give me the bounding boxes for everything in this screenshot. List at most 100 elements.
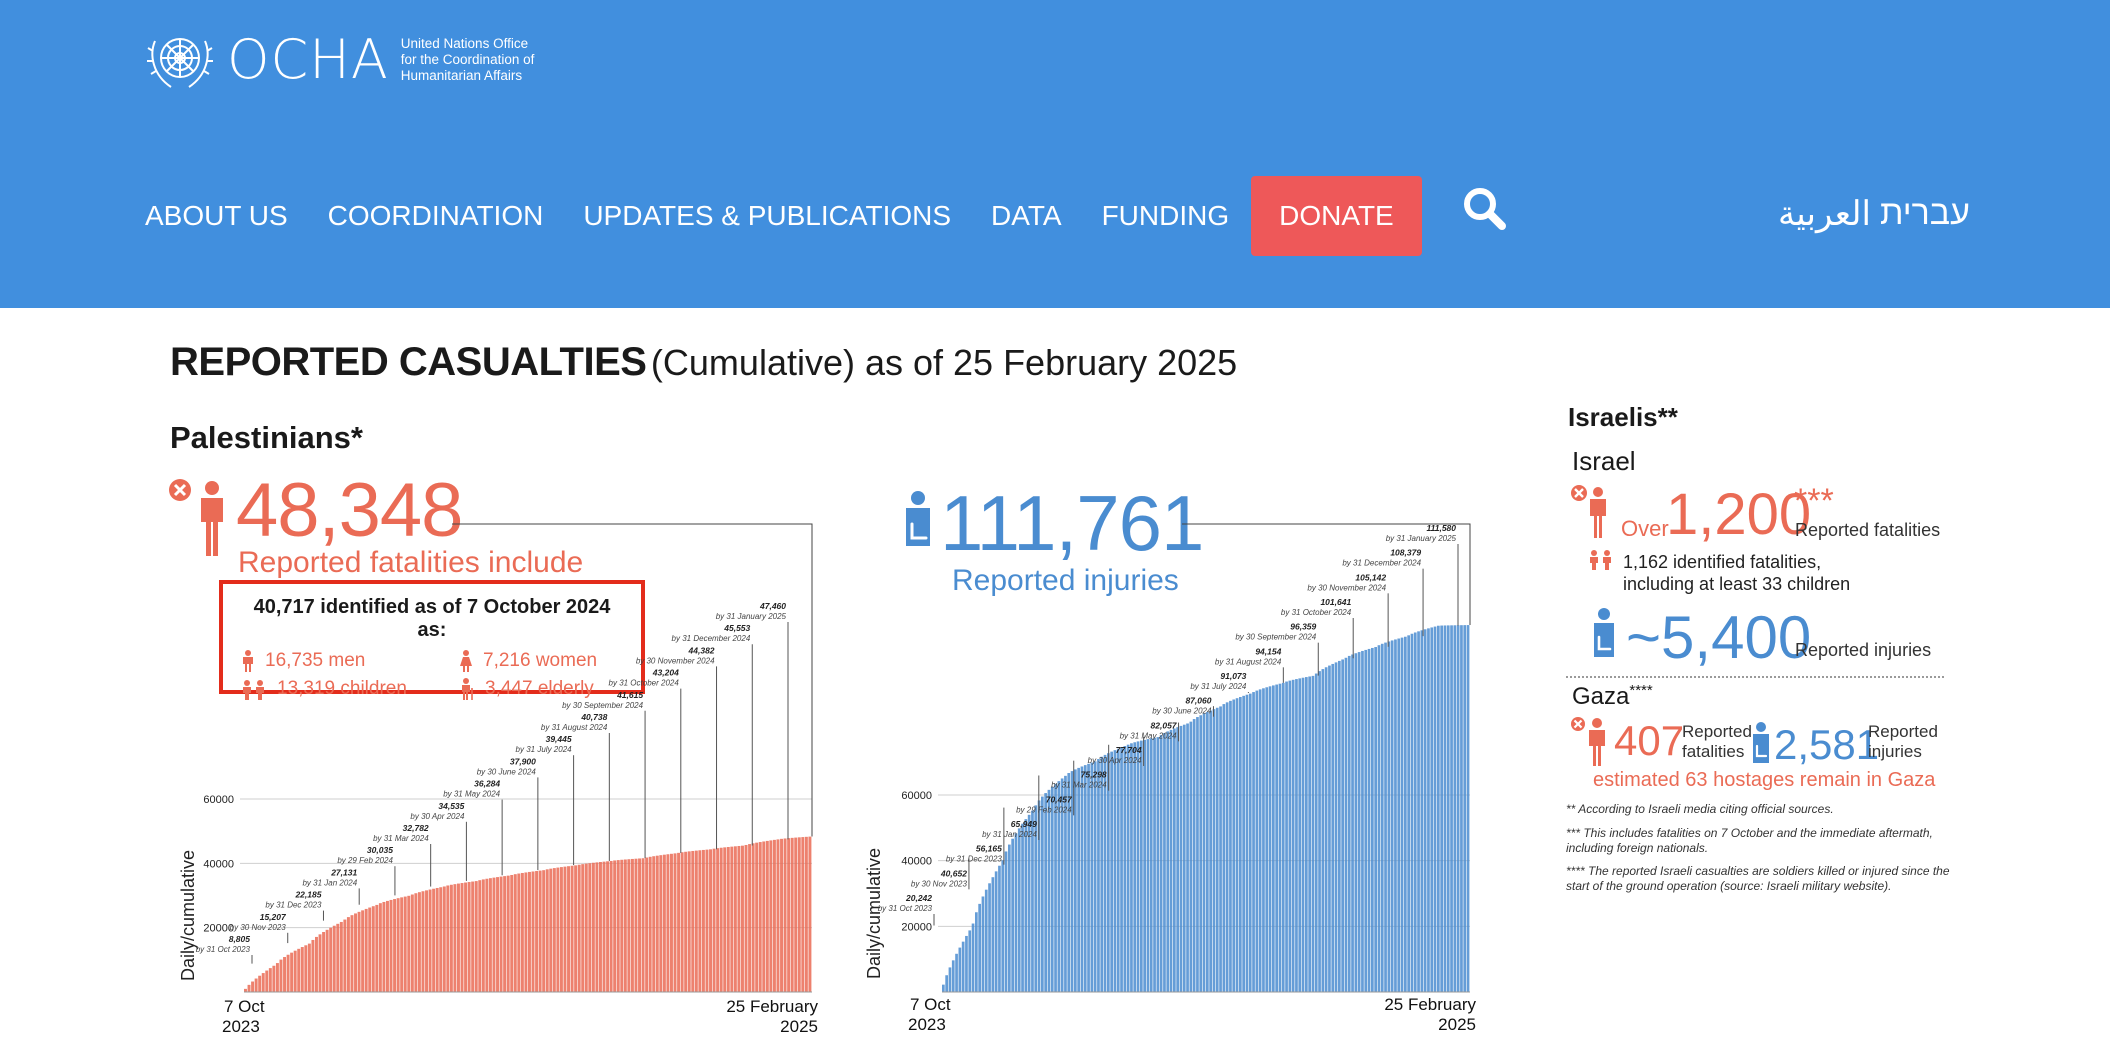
chart-bar — [1311, 675, 1315, 992]
israel-fatalities-footnote-mark: *** — [1794, 482, 1834, 520]
chart-bar — [984, 889, 988, 992]
chart-bar — [1206, 712, 1209, 992]
chart-bar — [1080, 766, 1084, 992]
chart-bar — [1232, 699, 1236, 992]
chart-bar — [492, 877, 496, 992]
chart-bar — [694, 850, 698, 992]
chart-bar — [417, 892, 421, 992]
chart-bar — [1265, 687, 1269, 992]
annotation-date: by 30 Nov 2023 — [230, 923, 287, 932]
chart-bar — [350, 915, 354, 992]
chart-bar — [268, 968, 272, 992]
chart-bar — [570, 865, 574, 992]
chart-bar — [698, 850, 702, 992]
chart-bar — [563, 866, 567, 992]
annotation-date: by 30 September 2024 — [562, 701, 643, 710]
chart-bar — [389, 899, 393, 992]
x-end-label: 25 February — [1384, 995, 1476, 1014]
annotation-date: by 31 July 2024 — [516, 745, 573, 754]
chart-bar — [542, 870, 546, 992]
annotation-date: by 31 Jan 2024 — [302, 878, 357, 887]
chart-bar — [375, 904, 379, 992]
chart-bar — [595, 862, 599, 992]
chart-bar — [794, 837, 798, 992]
annotation-date: by 31 May 2024 — [1120, 731, 1177, 740]
chart-bar — [670, 853, 673, 992]
chart-bar — [322, 931, 326, 992]
chart-bar — [701, 849, 705, 992]
chart-bar — [506, 875, 510, 992]
chart-bar — [1219, 706, 1222, 992]
chart-bar — [609, 860, 613, 992]
chart-bar — [1318, 671, 1321, 992]
chart-bar — [549, 868, 553, 992]
annotation-date: by 30 June 2024 — [477, 767, 537, 776]
annotation-value: 43,204 — [652, 668, 679, 678]
chart-bar — [1156, 737, 1160, 992]
chart-bar — [1027, 814, 1031, 992]
chart-bar — [627, 859, 631, 992]
chart-bar — [478, 880, 482, 992]
annotation-value: 101,641 — [1320, 597, 1351, 607]
chart-bar — [442, 886, 446, 992]
x-end-year: 2025 — [780, 1017, 818, 1036]
chart-bar — [386, 900, 389, 992]
annotation-value: 27,131 — [330, 867, 357, 877]
chart-bar — [1044, 793, 1047, 992]
annotation-date: by 31 Jan 2024 — [982, 830, 1037, 839]
chart-bar — [1390, 640, 1394, 992]
chart-bar — [520, 872, 524, 992]
chart-bar — [1196, 717, 1199, 992]
chart-bar — [1430, 627, 1434, 992]
chart-bar — [265, 970, 269, 992]
chart-bar — [730, 846, 734, 992]
chart-bar — [659, 855, 663, 992]
chart-bar — [1324, 667, 1328, 992]
annotation-date: by 31 Mar 2024 — [1051, 781, 1107, 790]
chart-bar — [1143, 739, 1146, 992]
chart-bar — [403, 896, 407, 992]
chart-bar — [1093, 761, 1097, 992]
chart-bar — [1189, 721, 1193, 992]
chart-bar — [1229, 700, 1232, 992]
chart-bar — [318, 934, 322, 992]
chart-bar — [425, 890, 428, 992]
chart-bar — [1456, 625, 1460, 992]
chart-bar — [421, 891, 425, 992]
chart-bar — [1364, 649, 1368, 992]
chart-bar — [1341, 659, 1344, 992]
chart-bar — [496, 877, 499, 992]
chart-bar — [1209, 710, 1212, 992]
chart-bar — [1222, 704, 1226, 992]
hostages-note: estimated 63 hostages remain in Gaza — [1593, 769, 1936, 791]
chart-bar — [410, 894, 414, 992]
chart-bar — [616, 860, 620, 992]
chart-bar — [1199, 715, 1203, 992]
chart-bar — [1331, 663, 1335, 992]
chart-bar — [751, 843, 755, 992]
annotation-value: 65,949 — [1011, 819, 1037, 829]
chart-bar — [783, 838, 787, 992]
x-end-year: 2025 — [1438, 1015, 1476, 1034]
chart-bar — [453, 884, 457, 992]
chart-bar — [1460, 625, 1463, 992]
chart-bar — [1394, 639, 1397, 992]
annotation-value: 40,738 — [580, 712, 607, 722]
annotation-value: 96,359 — [1290, 622, 1316, 632]
chart-bar — [1285, 681, 1288, 992]
chart-bar — [414, 893, 418, 992]
chart-bar — [955, 953, 958, 992]
chart-bar — [1384, 642, 1387, 992]
y-tick-label: 60000 — [203, 794, 234, 806]
chart-bar — [758, 842, 762, 992]
chart-bar — [1446, 625, 1450, 992]
israel-injuries-total: ~5,400 — [1626, 604, 1812, 671]
chart-bar — [1397, 638, 1401, 992]
chart-bar — [1305, 677, 1308, 992]
chart-bar — [808, 836, 812, 992]
annotation-value: 34,535 — [438, 801, 464, 811]
chart-bar — [332, 925, 336, 992]
chart-bar — [1097, 759, 1100, 992]
chart-bar — [329, 927, 333, 992]
annotation-date: by 31 January 2025 — [716, 612, 787, 621]
